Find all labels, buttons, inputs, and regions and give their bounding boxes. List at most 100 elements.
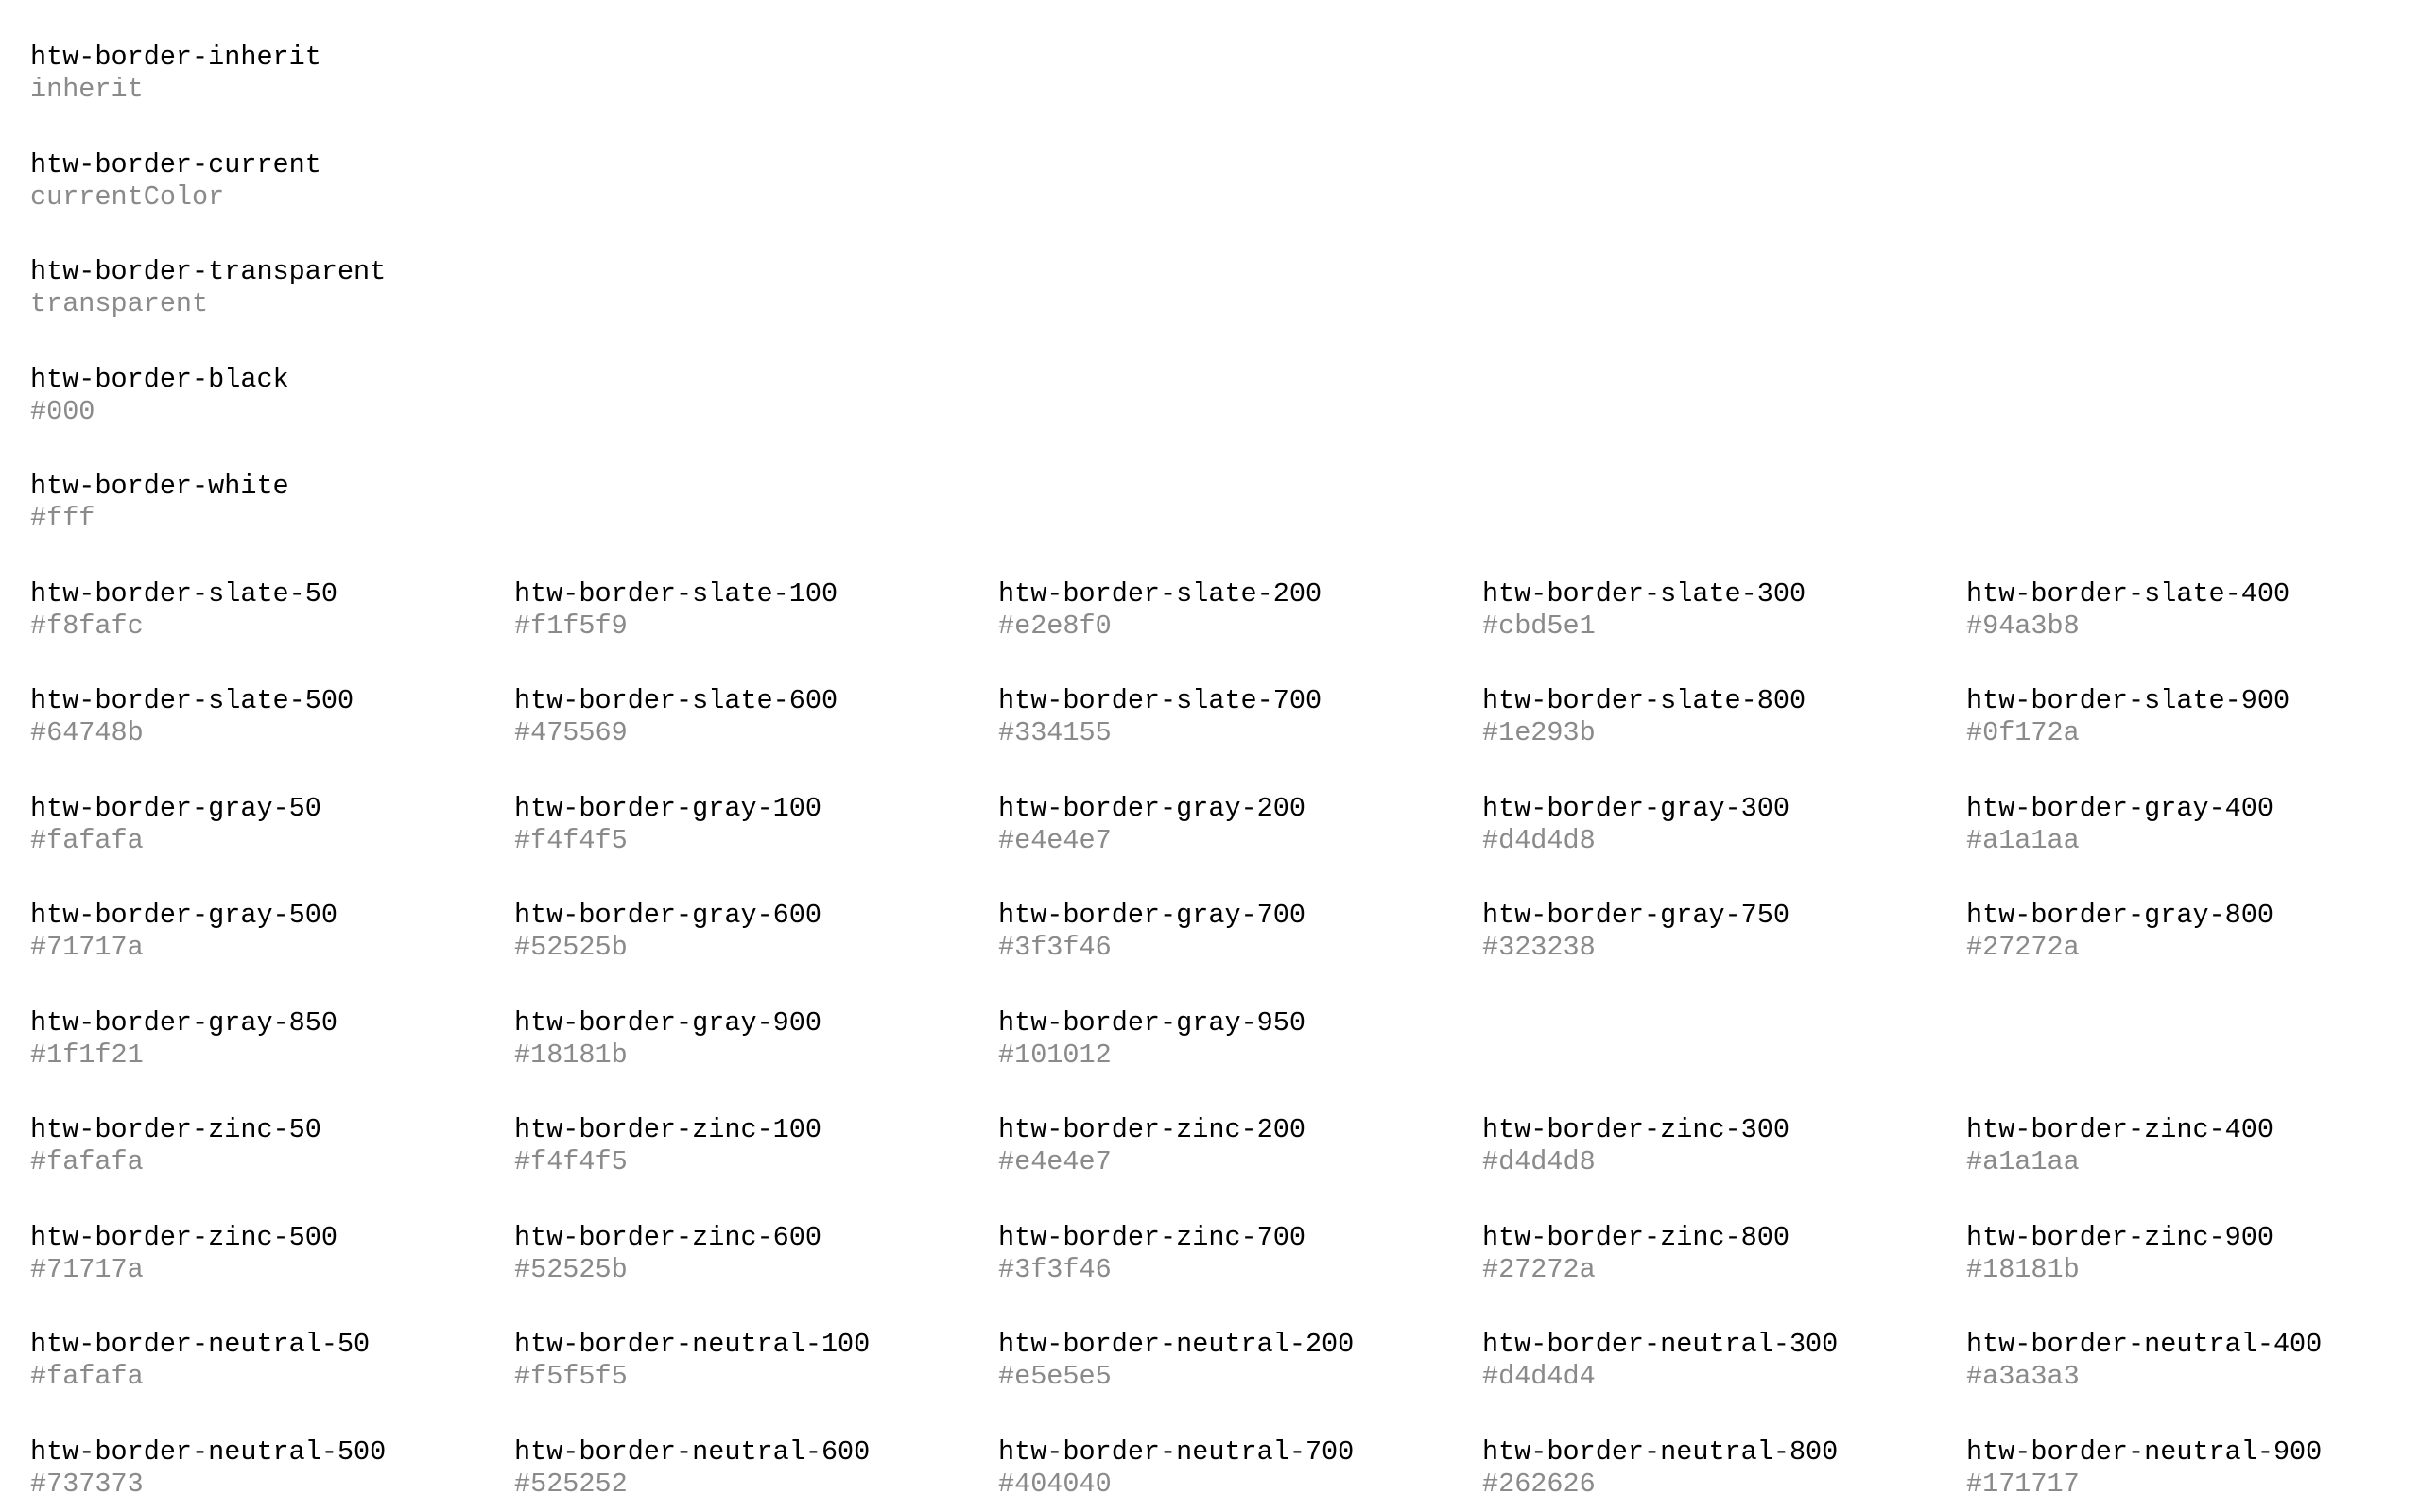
- token-value: #3f3f46: [998, 932, 1112, 963]
- token-name: htw-border-gray-400: [1966, 793, 2273, 824]
- token-item: htw-border-gray-800 #27272a: [1966, 900, 2420, 964]
- token-name: htw-border-zinc-50: [30, 1114, 321, 1145]
- token-item: htw-border-gray-400 #a1a1aa: [1966, 793, 2420, 857]
- token-value: #d4d4d8: [1482, 1146, 1596, 1177]
- token-value: #1e293b: [1482, 717, 1596, 748]
- token-name: htw-border-neutral-200: [998, 1329, 1355, 1360]
- token-item: htw-border-white #fff: [30, 471, 503, 535]
- token-item: htw-border-gray-200 #e4e4e7: [998, 793, 1471, 857]
- token-value: #171717: [1966, 1469, 2080, 1500]
- token-name: htw-border-zinc-100: [514, 1114, 821, 1145]
- token-name: htw-border-neutral-50: [30, 1329, 371, 1360]
- token-value: #27272a: [1966, 932, 2080, 963]
- token-item: htw-border-zinc-800 #27272a: [1482, 1222, 1955, 1286]
- token-item: htw-border-transparent transparent: [30, 256, 503, 320]
- token-value: #f8fafc: [30, 610, 144, 642]
- token-item: htw-border-current currentColor: [30, 149, 503, 214]
- token-value: #fafafa: [30, 825, 144, 856]
- token-name: htw-border-neutral-300: [1482, 1329, 1839, 1360]
- token-name: htw-border-neutral-400: [1966, 1329, 2323, 1360]
- token-name: htw-border-zinc-400: [1966, 1114, 2273, 1145]
- token-value: inherit: [30, 74, 144, 105]
- token-item: htw-border-gray-100 #f4f4f5: [514, 793, 987, 857]
- token-item: htw-border-neutral-700 #404040: [998, 1436, 1471, 1501]
- token-value: #71717a: [30, 1254, 144, 1285]
- token-value: currentColor: [30, 181, 225, 213]
- token-name: htw-border-gray-800: [1966, 900, 2273, 931]
- token-value: #e4e4e7: [998, 1146, 1112, 1177]
- token-value: transparent: [30, 288, 209, 319]
- token-name: htw-border-slate-800: [1482, 685, 1806, 716]
- token-value: #cbd5e1: [1482, 610, 1596, 642]
- token-value: #18181b: [514, 1040, 628, 1071]
- token-name: htw-border-zinc-700: [998, 1222, 1305, 1253]
- token-name: htw-border-current: [30, 149, 321, 180]
- token-value: #e2e8f0: [998, 610, 1112, 642]
- token-item: htw-border-gray-750 #323238: [1482, 900, 1955, 964]
- token-name: htw-border-black: [30, 364, 289, 395]
- token-name: htw-border-gray-600: [514, 900, 821, 931]
- token-item: htw-border-neutral-200 #e5e5e5: [998, 1329, 1471, 1393]
- token-item: htw-border-zinc-100 #f4f4f5: [514, 1114, 987, 1178]
- token-value: #f4f4f5: [514, 1146, 628, 1177]
- token-item: htw-border-neutral-600 #525252: [514, 1436, 987, 1501]
- token-value: #f4f4f5: [514, 825, 628, 856]
- token-value: #0f172a: [1966, 717, 2080, 748]
- token-value: #a1a1aa: [1966, 1146, 2080, 1177]
- token-value: #d4d4d4: [1482, 1361, 1596, 1392]
- token-name: htw-border-gray-900: [514, 1007, 821, 1039]
- token-item: htw-border-neutral-500 #737373: [30, 1436, 503, 1501]
- token-name: htw-border-neutral-700: [998, 1436, 1355, 1468]
- token-name: htw-border-slate-600: [514, 685, 838, 716]
- token-value: #a3a3a3: [1966, 1361, 2080, 1392]
- token-name: htw-border-neutral-900: [1966, 1436, 2323, 1468]
- token-item: htw-border-gray-700 #3f3f46: [998, 900, 1471, 964]
- token-item: htw-border-slate-600 #475569: [514, 685, 987, 749]
- token-item: htw-border-slate-900 #0f172a: [1966, 685, 2420, 749]
- token-value: #334155: [998, 717, 1112, 748]
- token-value: #52525b: [514, 932, 628, 963]
- token-value: #737373: [30, 1469, 144, 1500]
- token-name: htw-border-gray-50: [30, 793, 321, 824]
- token-item: htw-border-zinc-700 #3f3f46: [998, 1222, 1471, 1286]
- token-value: #a1a1aa: [1966, 825, 2080, 856]
- token-item: htw-border-black #000: [30, 364, 503, 428]
- token-value: #71717a: [30, 932, 144, 963]
- token-name: htw-border-transparent: [30, 256, 387, 287]
- token-name: htw-border-slate-100: [514, 578, 838, 610]
- token-item: htw-border-gray-500 #71717a: [30, 900, 503, 964]
- token-value: #fafafa: [30, 1146, 144, 1177]
- token-name: htw-border-gray-700: [998, 900, 1305, 931]
- token-item: htw-border-gray-50 #fafafa: [30, 793, 503, 857]
- token-name: htw-border-slate-200: [998, 578, 1322, 610]
- token-name: htw-border-slate-500: [30, 685, 354, 716]
- token-name: htw-border-inherit: [30, 42, 321, 73]
- token-name: htw-border-gray-850: [30, 1007, 337, 1039]
- token-item: htw-border-zinc-300 #d4d4d8: [1482, 1114, 1955, 1178]
- token-name: htw-border-white: [30, 471, 289, 502]
- token-value: #27272a: [1482, 1254, 1596, 1285]
- token-name: htw-border-gray-950: [998, 1007, 1305, 1039]
- token-value: #d4d4d8: [1482, 825, 1596, 856]
- token-name: htw-border-zinc-600: [514, 1222, 821, 1253]
- token-item: htw-border-gray-600 #52525b: [514, 900, 987, 964]
- token-value: #3f3f46: [998, 1254, 1112, 1285]
- token-item: htw-border-slate-800 #1e293b: [1482, 685, 1955, 749]
- token-name: htw-border-gray-100: [514, 793, 821, 824]
- token-item: htw-border-zinc-50 #fafafa: [30, 1114, 503, 1178]
- token-value: #1f1f21: [30, 1040, 144, 1071]
- token-name: htw-border-zinc-500: [30, 1222, 337, 1253]
- token-value: #525252: [514, 1469, 628, 1500]
- token-name: htw-border-gray-750: [1482, 900, 1789, 931]
- token-value: #000: [30, 396, 95, 427]
- token-item: htw-border-neutral-900 #171717: [1966, 1436, 2420, 1501]
- token-item: htw-border-zinc-400 #a1a1aa: [1966, 1114, 2420, 1178]
- token-value: #e5e5e5: [998, 1361, 1112, 1392]
- token-item: htw-border-slate-500 #64748b: [30, 685, 503, 749]
- token-name: htw-border-neutral-600: [514, 1436, 871, 1468]
- token-name: htw-border-slate-700: [998, 685, 1322, 716]
- token-value: #404040: [998, 1469, 1112, 1500]
- token-item: htw-border-gray-900 #18181b: [514, 1007, 987, 1072]
- token-value: #e4e4e7: [998, 825, 1112, 856]
- token-value: #475569: [514, 717, 628, 748]
